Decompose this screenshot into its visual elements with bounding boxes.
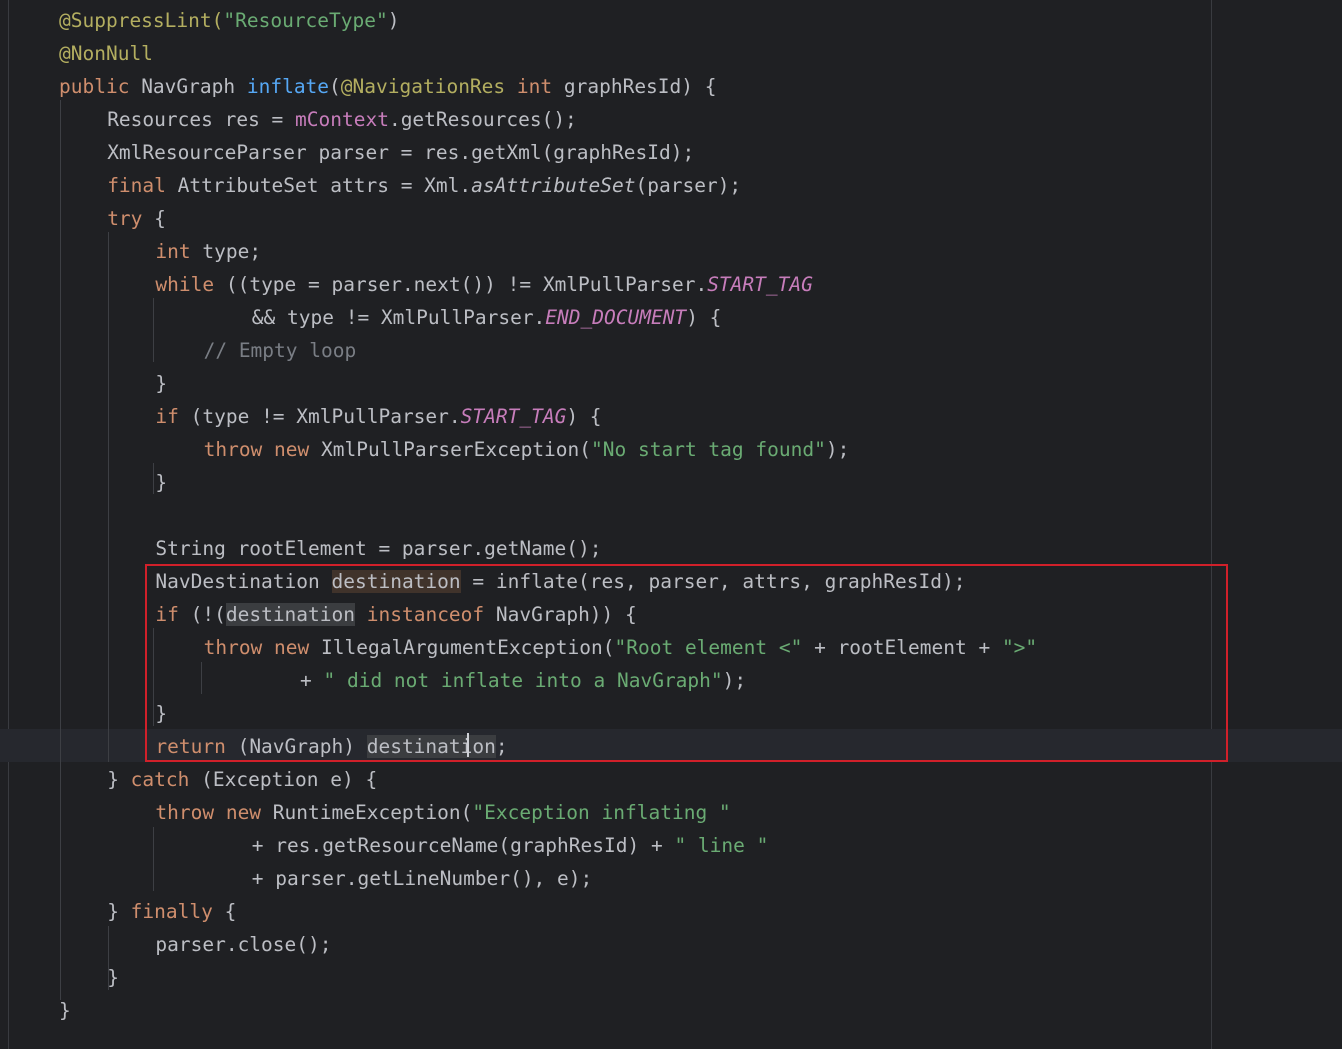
right-margin-guide: [1211, 0, 1212, 1049]
code-token: RuntimeException(: [272, 801, 473, 824]
code-token: + parser.getLineNumber(), e);: [251, 867, 593, 890]
code-token: XmlResourceParser parser = res.getXml(gr…: [107, 141, 695, 164]
code-token: }: [107, 966, 119, 989]
indent-guide: [60, 100, 61, 1000]
code-token: catch: [130, 768, 202, 791]
code-token: START_TAG: [707, 273, 813, 296]
code-token: int: [516, 75, 564, 98]
code-token: NavGraph: [141, 75, 247, 98]
code-line[interactable]: @SuppressLint("ResourceType"): [59, 4, 400, 37]
code-line[interactable]: throw new RuntimeException("Exception in…: [155, 796, 730, 829]
code-line[interactable]: } finally {: [107, 895, 236, 928]
code-token: && type != XmlPullParser.: [251, 306, 546, 329]
code-token: XmlPullParserException(: [321, 438, 592, 461]
code-token: "Exception inflating ": [472, 801, 731, 824]
code-token: asAttributeSet: [471, 174, 636, 197]
code-token: }: [107, 900, 131, 923]
code-token: AttributeSet attrs = Xml.: [177, 174, 472, 197]
code-token: @NavigationRes: [340, 75, 517, 98]
code-line[interactable]: while ((type = parser.next()) != XmlPull…: [155, 268, 812, 301]
code-token: int: [155, 240, 203, 263]
code-token: .getResources();: [388, 108, 577, 131]
code-token: type;: [202, 240, 262, 263]
code-token: {: [224, 900, 237, 923]
code-editor[interactable]: @SuppressLint("ResourceType") @NonNull pub…: [0, 0, 1342, 1049]
code-line[interactable]: parser.close();: [155, 928, 331, 961]
code-token: "No start tag found": [591, 438, 826, 461]
code-token: + res.getResourceName(graphResId) +: [251, 834, 675, 857]
code-line[interactable]: XmlResourceParser parser = res.getXml(gr…: [107, 136, 694, 169]
code-token: String rootElement = parser.getName();: [155, 537, 602, 560]
code-line[interactable]: try {: [107, 202, 166, 235]
code-line[interactable]: public NavGraph inflate(@NavigationRes i…: [59, 70, 717, 103]
code-token: finally: [130, 900, 225, 923]
code-token: @SuppressLint(: [59, 9, 224, 32]
code-line[interactable]: } catch (Exception e) {: [107, 763, 377, 796]
code-token: }: [155, 372, 168, 395]
code-token: ) {: [686, 306, 722, 329]
code-token: // Empty loop: [203, 339, 357, 362]
code-token: try: [107, 207, 155, 230]
code-token: " line ": [674, 834, 769, 857]
code-token: if: [155, 405, 191, 428]
code-token: );: [825, 438, 850, 461]
code-token: }: [107, 768, 131, 791]
code-token: (Exception e) {: [201, 768, 378, 791]
code-token: START_TAG: [460, 405, 567, 428]
code-line[interactable]: throw new XmlPullParserException("No sta…: [204, 433, 850, 466]
code-token: ) {: [566, 405, 602, 428]
code-line[interactable]: if (type != XmlPullParser.START_TAG) {: [155, 400, 601, 433]
indent-guide: [108, 232, 109, 762]
code-line[interactable]: String rootElement = parser.getName();: [155, 532, 601, 565]
code-token: @NonNull: [59, 42, 153, 65]
code-token: Resources res =: [107, 108, 296, 131]
code-token: }: [59, 999, 71, 1022]
code-token: parser.close();: [155, 933, 332, 956]
code-token: (: [329, 75, 341, 98]
code-line[interactable]: @NonNull: [59, 37, 153, 70]
code-token: }: [155, 471, 168, 494]
code-token: ): [387, 9, 400, 32]
code-token: final: [107, 174, 178, 197]
code-line[interactable]: }: [155, 466, 167, 499]
annotation-highlight-box: [145, 564, 1228, 762]
code-token: (parser);: [635, 174, 742, 197]
code-token: inflate: [246, 75, 330, 98]
indent-guide: [153, 298, 154, 362]
code-token: ((type = parser.next()) != XmlPullParser…: [225, 273, 708, 296]
code-line[interactable]: // Empty loop: [204, 334, 357, 367]
code-token: "ResourceType": [223, 9, 388, 32]
code-line[interactable]: && type != XmlPullParser.END_DOCUMENT) {: [252, 301, 722, 334]
code-line[interactable]: Resources res = mContext.getResources();: [107, 103, 577, 136]
code-token: (type != XmlPullParser.: [190, 405, 461, 428]
code-line[interactable]: int type;: [155, 235, 261, 268]
code-token: {: [154, 207, 166, 230]
code-token: mContext: [295, 108, 389, 131]
code-token: public: [59, 75, 142, 98]
code-line[interactable]: }: [107, 961, 119, 994]
code-line[interactable]: }: [59, 994, 71, 1027]
code-token: throw new: [155, 801, 273, 824]
code-token: throw new: [203, 438, 321, 461]
indent-guide: [153, 463, 154, 494]
code-line[interactable]: + res.getResourceName(graphResId) + " li…: [252, 829, 769, 862]
code-token: END_DOCUMENT: [545, 306, 687, 329]
code-line[interactable]: final AttributeSet attrs = Xml.asAttribu…: [107, 169, 741, 202]
indent-guide: [153, 827, 154, 891]
code-token: graphResId) {: [563, 75, 717, 98]
code-token: while: [155, 273, 226, 296]
code-line[interactable]: + parser.getLineNumber(), e);: [252, 862, 592, 895]
gutter-divider: [8, 0, 9, 1049]
code-line[interactable]: }: [155, 367, 167, 400]
